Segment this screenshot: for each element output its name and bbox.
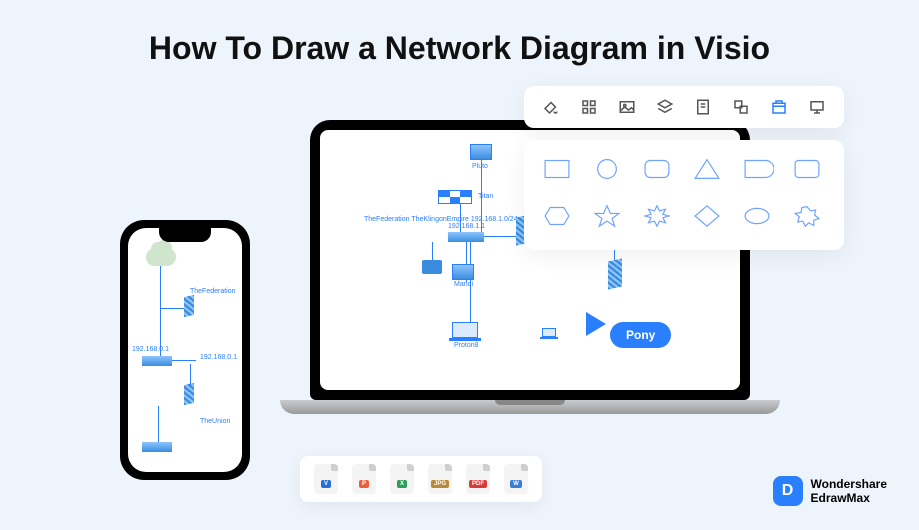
- file-pdf[interactable]: PDF: [466, 464, 490, 494]
- pc-node[interactable]: [470, 144, 492, 160]
- file-formats-bar: V P X JPG PDF W: [300, 456, 542, 502]
- switch-node[interactable]: [142, 442, 172, 452]
- shape-flag[interactable]: [740, 154, 778, 189]
- connection-line: [158, 406, 159, 442]
- box-icon[interactable]: [770, 98, 788, 116]
- brand: D Wondershare EdrawMax: [773, 476, 887, 506]
- shape-soft-rect[interactable]: [790, 154, 828, 189]
- cursor-label-pill: Pony: [610, 322, 671, 348]
- laptop-base: [280, 400, 780, 414]
- textblock: TheUnion: [200, 418, 230, 425]
- shape-rect[interactable]: [540, 154, 578, 189]
- layers-icon[interactable]: [656, 98, 674, 116]
- fill-icon[interactable]: [542, 98, 560, 116]
- phone-canvas: TheFederation 192.168.0.1 192.168.0.1 Th…: [128, 228, 242, 472]
- brand-line1: Wondershare: [811, 477, 887, 491]
- grid-icon[interactable]: [580, 98, 598, 116]
- file-jpg[interactable]: JPG: [428, 464, 452, 494]
- server-node[interactable]: [608, 259, 622, 290]
- file-visio[interactable]: V: [314, 464, 338, 494]
- present-icon[interactable]: [808, 98, 826, 116]
- ip-label: 192.168.0.1: [132, 346, 169, 353]
- shape-hexagon[interactable]: [540, 201, 578, 236]
- textblock: TheFederation TheKlingonEmpire 192.168.1…: [364, 216, 518, 224]
- textblock: TheFederation: [190, 288, 236, 295]
- component-icon[interactable]: [732, 98, 750, 116]
- laptop-node[interactable]: [452, 322, 481, 341]
- printer-node[interactable]: [422, 260, 442, 274]
- cursor-icon: [586, 312, 606, 336]
- shape-sunburst[interactable]: [790, 201, 828, 236]
- file-word[interactable]: W: [504, 464, 528, 494]
- cloud-node[interactable]: [146, 248, 176, 266]
- node-label: Pluto: [472, 163, 488, 170]
- shape-circle[interactable]: [590, 154, 628, 189]
- phone-notch: [159, 228, 211, 242]
- file-ppt[interactable]: P: [352, 464, 376, 494]
- laptop-node[interactable]: [542, 328, 558, 339]
- page-title: How To Draw a Network Diagram in Visio: [0, 0, 919, 67]
- switch-node[interactable]: [142, 356, 172, 366]
- phone-mockup: TheFederation 192.168.0.1 192.168.0.1 Th…: [120, 220, 250, 480]
- brand-line2: EdrawMax: [811, 491, 887, 505]
- ip-label: 192.168.0.1: [200, 354, 237, 361]
- server-node[interactable]: [184, 295, 194, 317]
- toolbar: [524, 86, 844, 128]
- pc-node[interactable]: [452, 264, 474, 280]
- file-excel[interactable]: X: [390, 464, 414, 494]
- switch-node[interactable]: [448, 232, 484, 242]
- connection-line: [160, 266, 161, 356]
- note-icon[interactable]: [694, 98, 712, 116]
- ip-label: 192.168.1.1: [448, 223, 485, 230]
- node-label: Mandi: [454, 281, 473, 288]
- shape-diamond[interactable]: [690, 201, 728, 236]
- connection-line: [172, 360, 196, 361]
- table-node[interactable]: [438, 190, 472, 204]
- node-label: Proton8: [454, 342, 479, 349]
- shape-star[interactable]: [590, 201, 628, 236]
- connection-line: [190, 364, 191, 386]
- node-label: Titan: [478, 193, 493, 200]
- shapes-panel: [524, 140, 844, 250]
- connection-line: [484, 236, 520, 237]
- image-icon[interactable]: [618, 98, 636, 116]
- shape-ellipse[interactable]: [740, 201, 778, 236]
- server-node[interactable]: [184, 383, 194, 405]
- brand-logo-icon: D: [773, 476, 803, 506]
- shape-triangle[interactable]: [690, 154, 728, 189]
- shape-burst[interactable]: [640, 201, 678, 236]
- shape-round-rect[interactable]: [640, 154, 678, 189]
